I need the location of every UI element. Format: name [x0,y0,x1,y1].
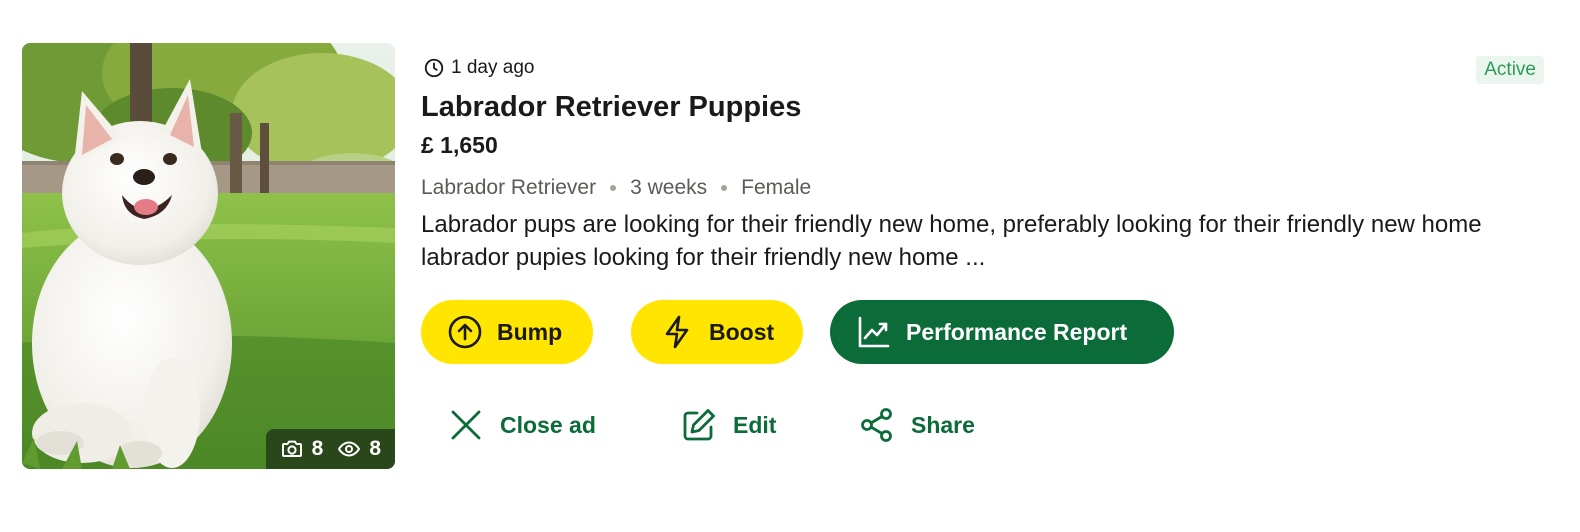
meta-separator [721,185,728,191]
meta-age: 3 weeks [630,176,708,199]
share-icon [861,408,892,442]
eye-icon [338,441,361,457]
photo-stats-bar: 8 8 [265,429,395,469]
boost-button[interactable]: Boost [631,300,803,364]
line-chart-icon [858,316,890,348]
listing-description: Labrador pups are looking for their frie… [421,211,1482,271]
close-icon [451,410,481,440]
meta-breed: Labrador Retriever [421,176,597,199]
close-ad-label: Close ad [500,411,596,438]
edit-label: Edit [733,411,777,438]
listing-price: £ 1,650 [421,132,498,158]
meta-sex: Female [741,176,812,199]
listing-card: 8 8 1 day ago Active Labrador Retriever … [22,43,1544,469]
share-label: Share [911,411,975,438]
lightning-icon [665,315,689,349]
posted-time-label: 1 day ago [451,57,535,78]
status-badge: Active [1476,56,1544,84]
performance-report-button[interactable]: Performance Report [830,300,1174,364]
clock-icon [424,58,444,78]
page: 8 8 1 day ago Active Labrador Retriever … [0,0,1580,532]
edit-button[interactable]: Edit [681,405,776,445]
share-button[interactable]: Share [859,405,975,445]
boost-button-label: Boost [709,318,775,345]
performance-report-label: Performance Report [906,318,1128,345]
listing-details: 1 day ago Active Labrador Retriever Pupp… [421,43,1544,469]
listing-photo[interactable]: 8 8 [22,43,395,469]
view-count-stat: 8 [337,437,381,461]
listing-meta: Labrador Retriever 3 weeks Female [421,176,811,200]
arrow-up-circle-icon [448,315,482,349]
view-count: 8 [369,437,381,460]
puppy-photo-image [22,43,395,469]
close-ad-button[interactable]: Close ad [448,405,596,445]
camera-icon [281,440,302,457]
photo-count: 8 [311,437,324,460]
meta-separator [610,185,617,191]
bump-button-label: Bump [497,318,563,345]
edit-icon [683,409,715,441]
bump-button[interactable]: Bump [421,300,593,364]
photo-count-stat: 8 [280,437,324,461]
posted-time: 1 day ago [423,57,534,79]
listing-title[interactable]: Labrador Retriever Puppies [421,91,801,124]
